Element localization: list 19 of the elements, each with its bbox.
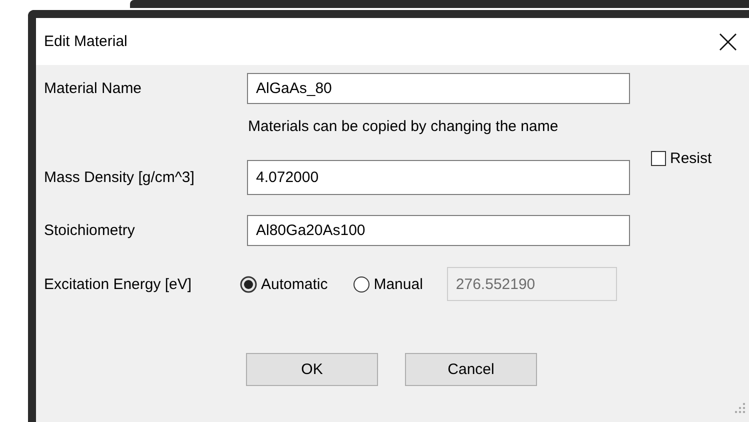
radio-button[interactable] — [352, 276, 370, 292]
field-label: Excitation Energy [eV] — [44, 276, 193, 292]
resize-grip-icon[interactable] — [735, 403, 745, 413]
field-label: Material Name — [44, 80, 143, 97]
dialog-button[interactable]: Cancel — [405, 353, 537, 386]
hint-text: Materials can be copied by changing the name — [248, 118, 560, 137]
checkbox[interactable] — [651, 151, 666, 166]
radio-button[interactable] — [240, 276, 257, 292]
radio-label[interactable]: Automatic — [261, 276, 328, 292]
close-icon[interactable] — [719, 32, 737, 50]
radio-label[interactable]: Manual — [374, 276, 423, 292]
input-field[interactable]: 4.072000 — [247, 160, 630, 195]
field-label: Stoichiometry — [44, 222, 136, 239]
field-label: Mass Density [g/cm^3] — [44, 169, 196, 186]
window-title: Edit Material — [44, 33, 128, 50]
input-field[interactable]: Al80Ga20As100 — [247, 215, 630, 246]
input-field[interactable]: AlGaAs_80 — [247, 73, 630, 104]
checkbox-label[interactable]: Resist — [670, 150, 712, 167]
dialog-button[interactable]: OK — [246, 353, 378, 386]
